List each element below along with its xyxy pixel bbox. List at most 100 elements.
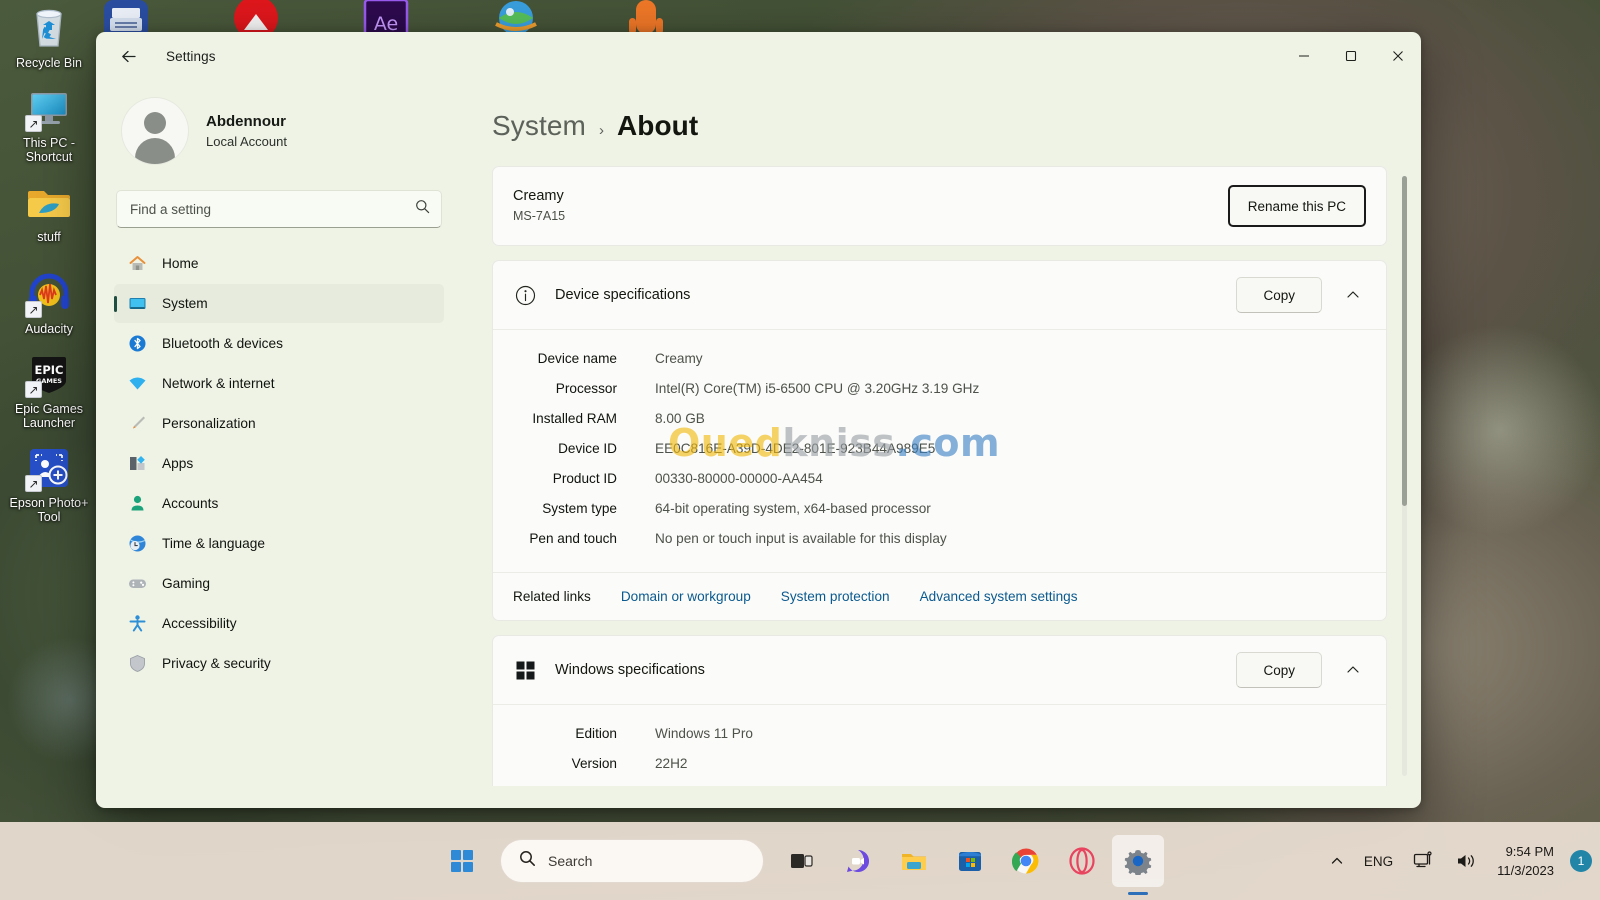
spec-row: Installed RAM 8.00 GB bbox=[513, 404, 1366, 434]
notification-badge[interactable]: 1 bbox=[1570, 850, 1592, 872]
device-specifications-card: Device specifications Copy Device name C… bbox=[492, 260, 1387, 621]
spec-value: 22H2 bbox=[655, 756, 688, 771]
device-specifications-body: Device name Creamy Processor Intel(R) Co… bbox=[493, 329, 1386, 572]
microsoft-store-icon[interactable] bbox=[944, 835, 996, 887]
content-scrollbar[interactable] bbox=[1402, 176, 1407, 776]
clock[interactable]: 9:54 PM 11/3/2023 bbox=[1487, 835, 1564, 887]
taskbar-search-placeholder: Search bbox=[548, 853, 593, 869]
network-icon bbox=[126, 373, 148, 395]
chrome-icon[interactable] bbox=[1000, 835, 1052, 887]
volume-icon[interactable] bbox=[1445, 835, 1487, 887]
language-indicator[interactable]: ENG bbox=[1354, 835, 1403, 887]
desktop-icon-label: This PC - Shortcut bbox=[22, 136, 76, 164]
desktop-icon-epson-photo-tool[interactable]: ↗ Epson Photo+ Tool bbox=[6, 444, 92, 524]
system-icon bbox=[126, 293, 148, 315]
close-button[interactable] bbox=[1374, 32, 1421, 80]
search-input[interactable] bbox=[116, 190, 442, 228]
desktop-icon-stuff[interactable]: stuff bbox=[6, 178, 92, 244]
sidebar-item-bluetooth-devices[interactable]: Bluetooth & devices bbox=[114, 324, 444, 363]
file-explorer-icon[interactable] bbox=[888, 835, 940, 887]
spec-value: No pen or touch input is available for t… bbox=[655, 531, 947, 546]
window-controls bbox=[1280, 32, 1421, 80]
task-view-icon[interactable] bbox=[776, 835, 828, 887]
desktop-icon-recycle-bin[interactable]: Recycle Bin bbox=[6, 4, 92, 70]
account-block[interactable]: Abdennour Local Account bbox=[114, 80, 444, 180]
copy-device-specs-button[interactable]: Copy bbox=[1236, 277, 1322, 313]
network-tray-icon[interactable] bbox=[1403, 835, 1445, 887]
time-language-icon bbox=[126, 533, 148, 555]
related-links-label: Related links bbox=[513, 589, 591, 604]
spec-row: Device name Creamy bbox=[513, 344, 1366, 374]
sidebar-item-time-language[interactable]: Time & language bbox=[114, 524, 444, 563]
spec-key: Device name bbox=[537, 351, 617, 366]
spec-value: 64-bit operating system, x64-based proce… bbox=[655, 501, 931, 516]
settings-icon[interactable] bbox=[1112, 835, 1164, 887]
sidebar-item-apps[interactable]: Apps bbox=[114, 444, 444, 483]
section-actions: Copy bbox=[1236, 277, 1366, 313]
sidebar-item-network-internet[interactable]: Network & internet bbox=[114, 364, 444, 403]
desktop-icon-audacity[interactable]: ↗ Audacity bbox=[6, 270, 92, 336]
link-advanced-system-settings[interactable]: Advanced system settings bbox=[920, 589, 1078, 604]
back-button[interactable] bbox=[110, 40, 146, 72]
chevron-up-icon[interactable] bbox=[1340, 657, 1366, 683]
spec-row: Edition Windows 11 Pro bbox=[513, 719, 1366, 749]
spec-key: Version bbox=[571, 756, 617, 771]
scrollbar-thumb[interactable] bbox=[1402, 176, 1407, 506]
sidebar-item-privacy-security[interactable]: Privacy & security bbox=[114, 644, 444, 683]
windows-specifications-body: Edition Windows 11 Pro Version 22H2 bbox=[493, 704, 1386, 786]
spec-key: Product ID bbox=[552, 471, 617, 486]
desktop-icon-label: Epic Games Launcher bbox=[14, 402, 84, 430]
sidebar-item-label: Personalization bbox=[162, 416, 256, 431]
this-pc-icon: ↗ bbox=[25, 84, 73, 132]
sidebar-item-label: Time & language bbox=[162, 536, 265, 551]
pc-model: MS-7A15 bbox=[513, 209, 566, 223]
sidebar-item-personalization[interactable]: Personalization bbox=[114, 404, 444, 443]
device-specifications-header[interactable]: Device specifications Copy bbox=[493, 261, 1386, 329]
link-system-protection[interactable]: System protection bbox=[781, 589, 890, 604]
windows-specifications-header[interactable]: Windows specifications Copy bbox=[493, 636, 1386, 704]
tray-overflow-button[interactable] bbox=[1320, 835, 1354, 887]
sidebar-item-home[interactable]: Home bbox=[114, 244, 444, 283]
desktop-icon-epic-games[interactable]: EPIC GAMES ↗ Epic Games Launcher bbox=[6, 350, 92, 430]
rename-pc-button[interactable]: Rename this PC bbox=[1227, 185, 1366, 227]
breadcrumb-parent[interactable]: System bbox=[492, 110, 586, 142]
apps-icon bbox=[126, 453, 148, 475]
start-button[interactable] bbox=[436, 835, 488, 887]
link-domain-or-workgroup[interactable]: Domain or workgroup bbox=[621, 589, 751, 604]
spec-key: Edition bbox=[575, 726, 617, 741]
audacity-icon: ↗ bbox=[25, 270, 73, 318]
spec-key: Pen and touch bbox=[529, 531, 617, 546]
sidebar-item-label: Accessibility bbox=[162, 616, 237, 631]
spec-row: Version 22H2 bbox=[513, 749, 1366, 779]
windows-specifications-card: Windows specifications Copy Edition Wind… bbox=[492, 635, 1387, 786]
copy-windows-specs-button[interactable]: Copy bbox=[1236, 652, 1322, 688]
sidebar-item-label: Privacy & security bbox=[162, 656, 271, 671]
personalization-icon bbox=[126, 413, 148, 435]
maximize-button[interactable] bbox=[1327, 32, 1374, 80]
desktop-icon-column: Recycle Bin ↗ This PC - Shortcut stuff ↗… bbox=[6, 4, 92, 538]
spec-key: Processor bbox=[555, 381, 617, 396]
sidebar-item-accounts[interactable]: Accounts bbox=[114, 484, 444, 523]
folder-icon bbox=[25, 178, 73, 226]
chat-icon[interactable] bbox=[832, 835, 884, 887]
spec-key: System type bbox=[542, 501, 617, 516]
epic-games-icon: EPIC GAMES ↗ bbox=[25, 350, 73, 398]
desktop-icon-this-pc[interactable]: ↗ This PC - Shortcut bbox=[6, 84, 92, 164]
sidebar-item-label: Accounts bbox=[162, 496, 219, 511]
pc-name: Creamy bbox=[513, 188, 564, 204]
sidebar-item-system[interactable]: System bbox=[114, 284, 444, 323]
settings-window: Settings Abdennour Local Account Find a … bbox=[96, 32, 1421, 808]
spec-value: Windows 11 Pro bbox=[655, 726, 753, 741]
opera-gx-icon[interactable] bbox=[1056, 835, 1108, 887]
clock-date: 11/3/2023 bbox=[1497, 863, 1554, 878]
sidebar: Abdennour Local Account Home bbox=[96, 80, 462, 808]
accessibility-icon bbox=[126, 613, 148, 635]
chevron-up-icon[interactable] bbox=[1340, 282, 1366, 308]
minimize-button[interactable] bbox=[1280, 32, 1327, 80]
sidebar-item-gaming[interactable]: Gaming bbox=[114, 564, 444, 603]
sidebar-nav: Home System Bluetooth & devices Network … bbox=[114, 244, 444, 683]
account-name: Abdennour bbox=[206, 112, 286, 130]
taskbar-search-box[interactable]: Search bbox=[500, 839, 764, 883]
sidebar-item-accessibility[interactable]: Accessibility bbox=[114, 604, 444, 643]
spec-row: Product ID 00330-80000-00000-AA454 bbox=[513, 464, 1366, 494]
